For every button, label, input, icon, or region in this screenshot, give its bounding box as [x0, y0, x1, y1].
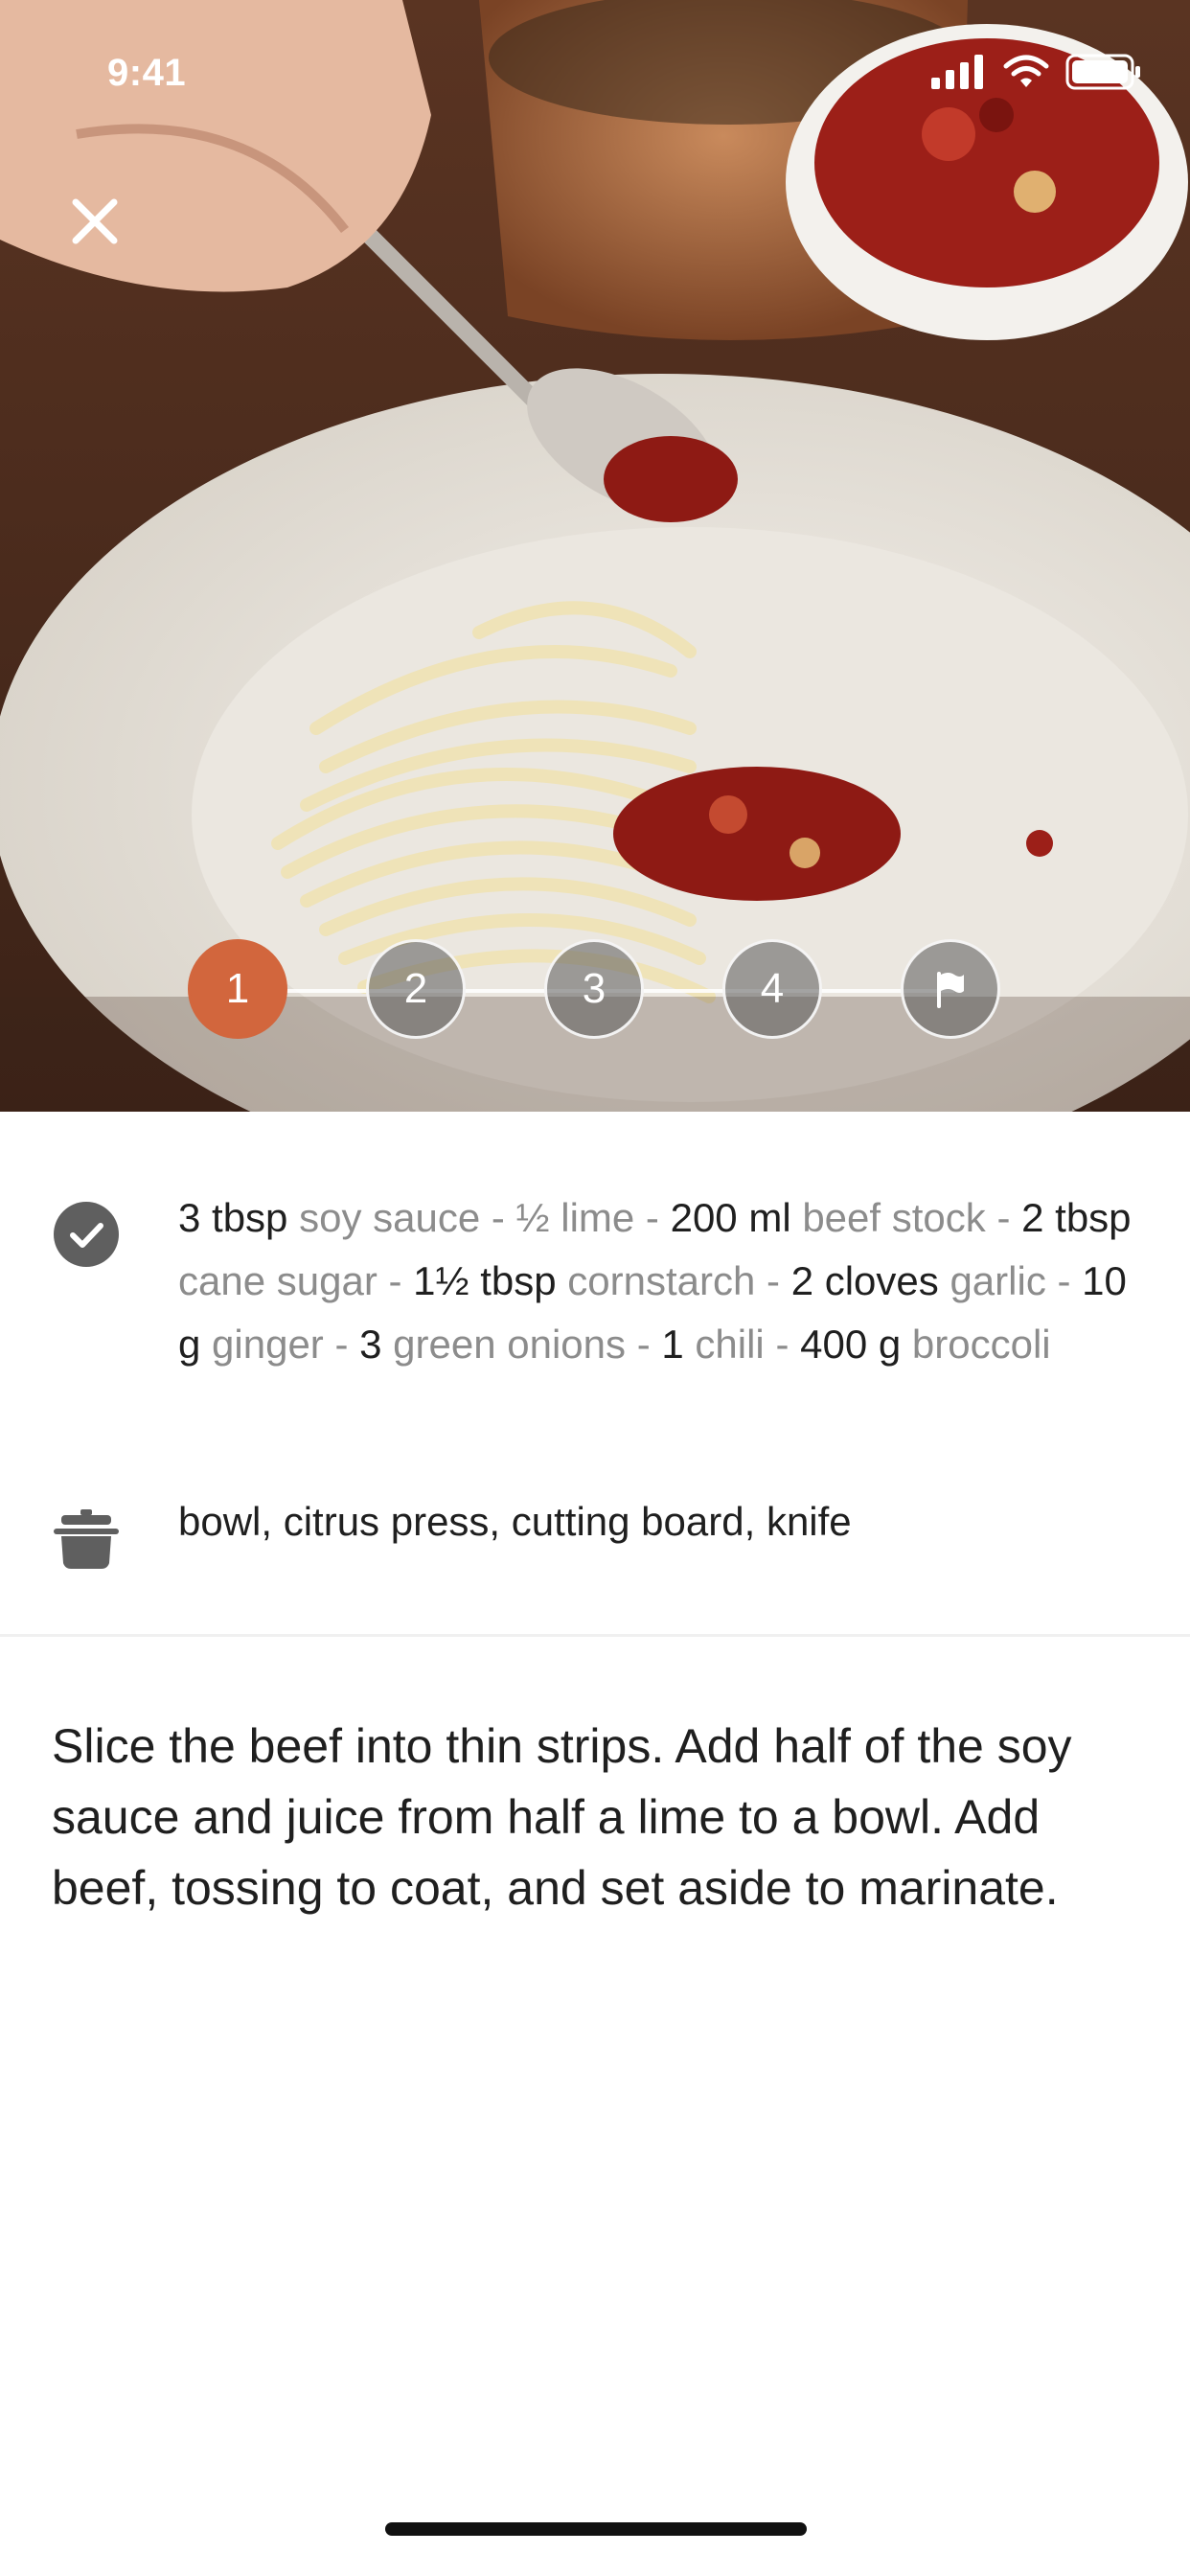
- ingredient-name: green onions: [393, 1322, 627, 1367]
- section-divider: [0, 1634, 1190, 1637]
- ingredient-name: ginger: [212, 1322, 324, 1367]
- check-circle-icon: [54, 1202, 119, 1267]
- recipe-step-photo: 9:41 1 2 3 4: [0, 0, 1190, 1112]
- ingredient-qty: 2 tbsp: [1021, 1195, 1132, 1240]
- step-progress: 1 2 3 4: [188, 939, 1002, 1045]
- ingredient-name: broccoli: [911, 1322, 1051, 1367]
- step-4-button[interactable]: 4: [722, 939, 822, 1039]
- ingredient-qty: 200 ml: [670, 1195, 791, 1240]
- status-icons: [931, 54, 1142, 90]
- ingredient-qty: 400 g: [800, 1322, 902, 1367]
- ingredient-name: beef stock: [802, 1195, 986, 1240]
- ingredient-name: ½ lime: [515, 1195, 635, 1240]
- flag-icon: [937, 972, 964, 1008]
- wifi-icon: [1003, 55, 1049, 87]
- status-bar: 9:41: [0, 0, 1190, 144]
- ingredient-name: chili: [695, 1322, 765, 1367]
- step-3-button[interactable]: 3: [544, 939, 644, 1039]
- ingredient-qty: 3: [359, 1322, 382, 1367]
- ingredient-qty: 3 tbsp: [178, 1195, 288, 1240]
- cooking-pot-icon: [54, 1509, 119, 1569]
- ingredient-name: garlic: [950, 1258, 1046, 1303]
- ingredient-qty: 2 cloves: [790, 1258, 939, 1303]
- ingredient-name: soy sauce: [299, 1195, 481, 1240]
- finish-step-button[interactable]: [901, 939, 1000, 1039]
- tools-section: bowl, citrus press, cutting board, knife: [0, 1490, 1190, 1569]
- ingredients-list: 3 tbsp soy sauce - ½ lime - 200 ml beef …: [178, 1195, 1132, 1367]
- ingredients-section: 3 tbsp soy sauce - ½ lime - 200 ml beef …: [0, 1186, 1190, 1376]
- step-instructions: Slice the beef into thin strips. Add hal…: [52, 1719, 1072, 1915]
- battery-icon: [1065, 54, 1140, 90]
- ingredient-name: cane sugar: [178, 1258, 378, 1303]
- ingredient-qty: 1: [661, 1322, 684, 1367]
- step-2-button[interactable]: 2: [366, 939, 466, 1039]
- tools-list: bowl, citrus press, cutting board, knife: [178, 1499, 852, 1544]
- close-icon: [72, 198, 118, 244]
- status-time: 9:41: [107, 52, 187, 94]
- step-1-button[interactable]: 1: [188, 939, 287, 1039]
- ingredient-qty: 1½ tbsp: [413, 1258, 557, 1303]
- home-indicator[interactable]: [385, 2522, 807, 2536]
- close-button[interactable]: [61, 188, 128, 255]
- ingredient-name: cornstarch: [567, 1258, 756, 1303]
- signal-icon: [931, 55, 983, 89]
